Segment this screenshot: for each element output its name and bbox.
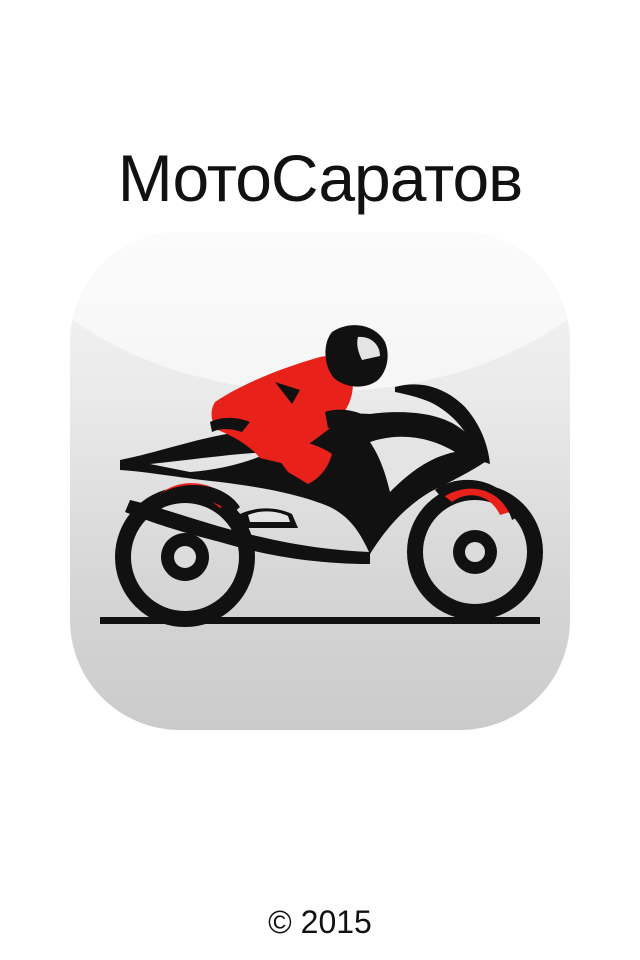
app-title: МотоСаратов bbox=[117, 141, 524, 215]
motorcycle-rider-icon bbox=[100, 325, 543, 627]
copyright-text: © 2015 bbox=[268, 904, 372, 940]
app-logo-tile bbox=[70, 232, 570, 730]
